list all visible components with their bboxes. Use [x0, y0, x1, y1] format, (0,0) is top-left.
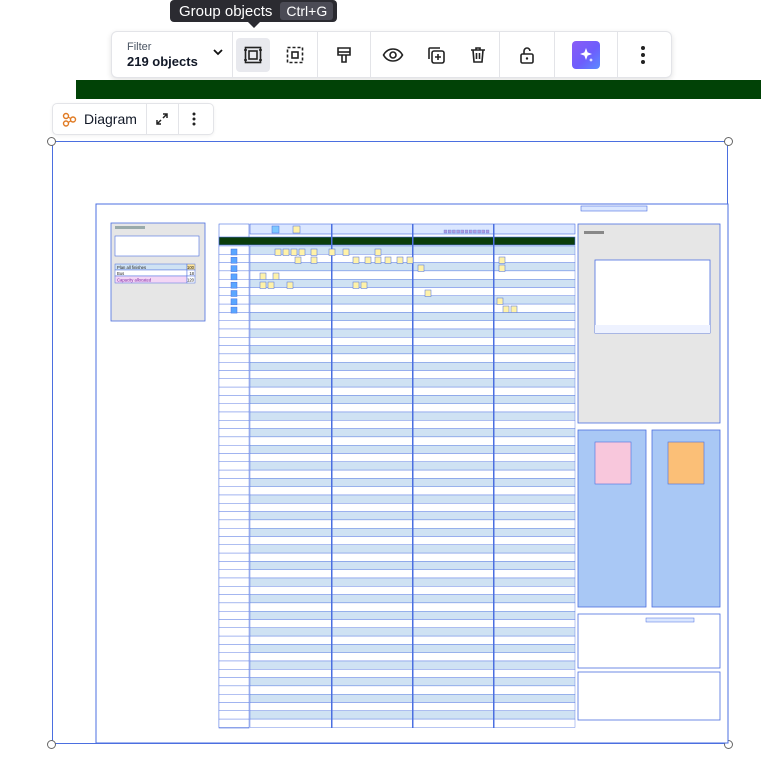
- green-banner-shape: [76, 80, 761, 99]
- tooltip-shortcut: Ctrl+G: [280, 2, 334, 20]
- diagram-icon: [62, 112, 77, 127]
- chip-more-button[interactable]: [179, 104, 210, 134]
- diagram-label: Diagram: [84, 111, 137, 127]
- selection-frame[interactable]: [52, 141, 728, 744]
- expand-button[interactable]: [147, 104, 178, 134]
- filter-value: 219 objects: [127, 54, 198, 69]
- diagram-chip: Diagram: [52, 103, 214, 135]
- expand-icon: [156, 113, 169, 125]
- resize-handle-bottom-left[interactable]: [47, 740, 56, 749]
- resize-handle-bottom-right[interactable]: [724, 740, 733, 749]
- more-options-button[interactable]: [618, 32, 668, 77]
- ungroup-button[interactable]: [273, 32, 317, 77]
- sparkle-icon: [580, 47, 593, 62]
- filter-label: Filter: [127, 41, 152, 53]
- resize-handle-top-left[interactable]: [47, 137, 56, 146]
- filter-dropdown[interactable]: Filter 219 objects: [112, 32, 232, 77]
- tooltip-label: Group objects: [179, 2, 273, 20]
- duplicate-icon: [428, 46, 445, 64]
- resize-handle-top-right[interactable]: [724, 137, 733, 146]
- format-painter-button[interactable]: [318, 32, 370, 77]
- delete-button[interactable]: [457, 32, 499, 77]
- chevron-down-icon: [213, 49, 223, 56]
- group-icon: [244, 46, 262, 63]
- group-objects-button[interactable]: [233, 32, 273, 77]
- trash-icon: [471, 46, 485, 63]
- ungroup-icon: [286, 46, 304, 63]
- paint-roller-icon: [337, 46, 351, 63]
- unlock-button[interactable]: [500, 32, 554, 77]
- context-toolbar: Filter 219 objects: [111, 31, 672, 78]
- group-objects-tooltip: Group objects Ctrl+G: [170, 0, 338, 28]
- diagram-label-button[interactable]: Diagram: [53, 104, 146, 134]
- unlock-icon: [520, 46, 534, 64]
- visibility-button[interactable]: [371, 32, 415, 77]
- more-vertical-icon: [192, 112, 196, 126]
- duplicate-button[interactable]: [415, 32, 457, 77]
- more-vertical-icon: [641, 45, 645, 64]
- ai-assist-button[interactable]: [555, 32, 617, 77]
- eye-icon: [382, 47, 404, 62]
